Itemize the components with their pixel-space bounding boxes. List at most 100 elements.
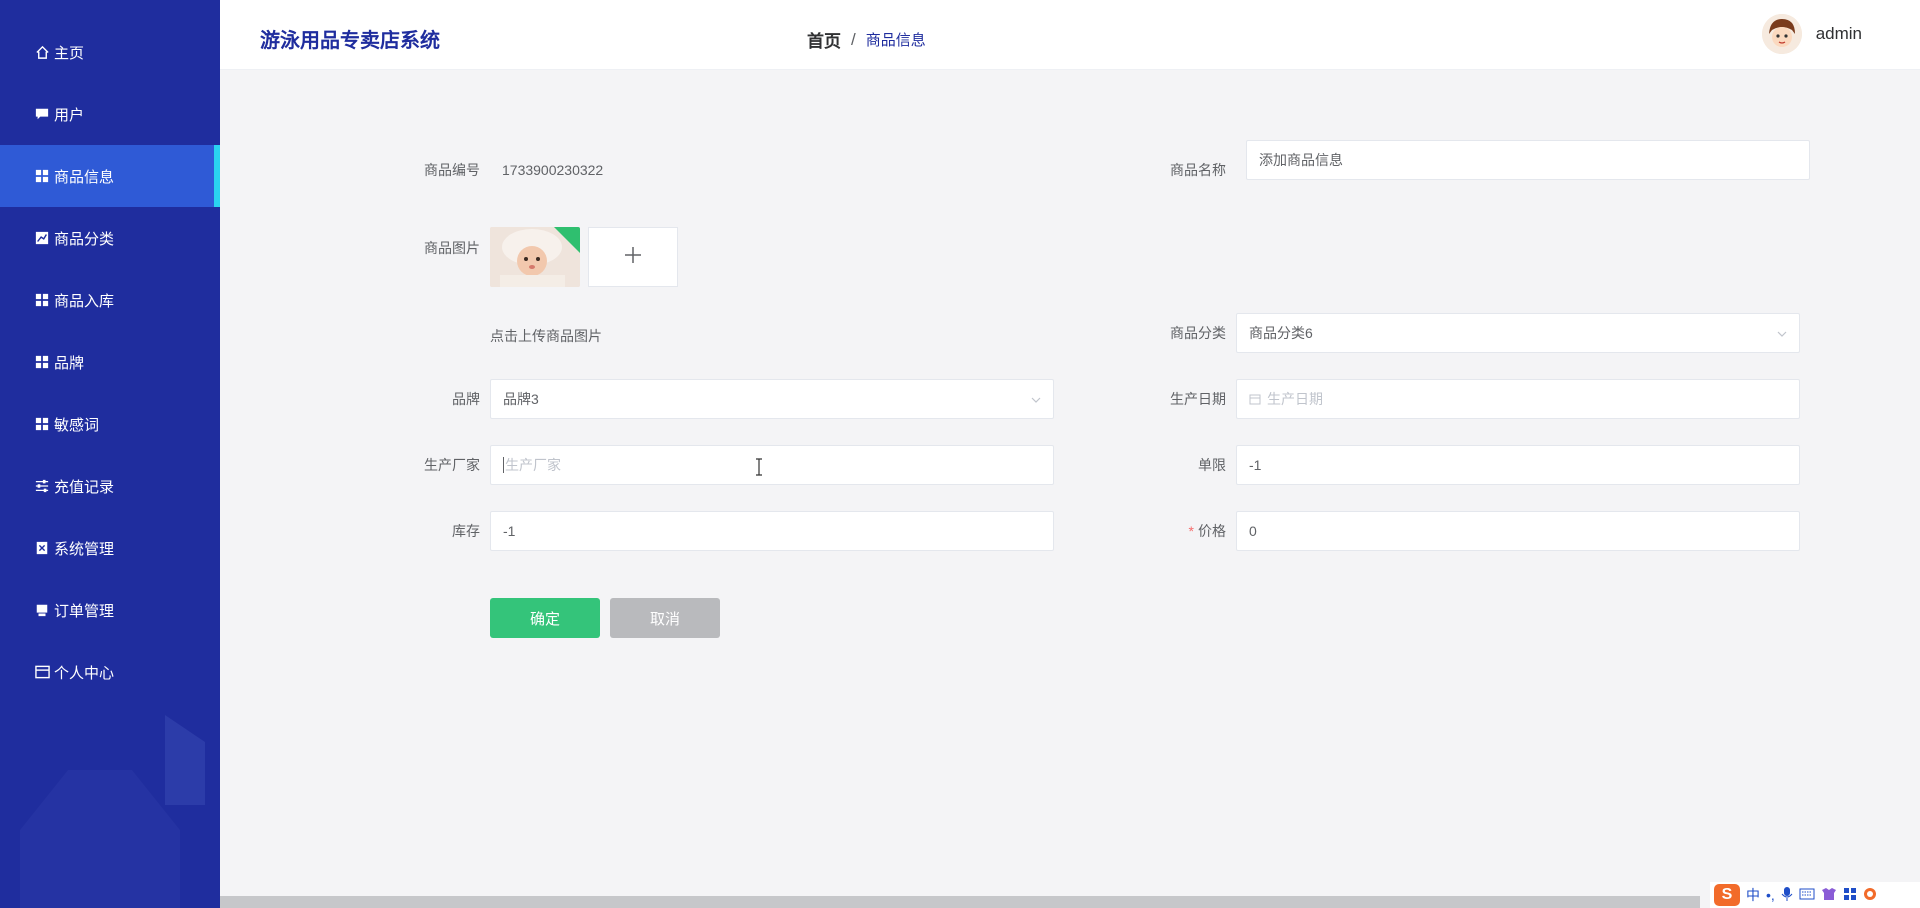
name-input-value: 添加商品信息 (1259, 152, 1343, 168)
form-row-brand: 品牌 品牌3 (400, 379, 1054, 419)
horizontal-scrollbar[interactable] (220, 896, 1700, 908)
sidebar-item-label: 敏感词 (54, 416, 100, 434)
ime-language[interactable]: 中 (1746, 885, 1760, 905)
microphone-icon[interactable] (1781, 886, 1793, 905)
sidebar-item-home[interactable]: 主页 (0, 21, 220, 83)
grid-icon (34, 354, 50, 370)
calendar-icon (1249, 393, 1261, 405)
sidebar-item-stock-in[interactable]: 商品入库 (0, 269, 220, 331)
app-title: 游泳用品专卖店系统 (260, 30, 440, 52)
breadcrumb: 首页 / 商品信息 (807, 27, 926, 52)
form-row-name: 商品名称 添加商品信息 (1146, 140, 1810, 180)
required-mark: * (1188, 523, 1194, 539)
brand-label: 品牌 (452, 391, 480, 407)
face-icon[interactable] (1863, 887, 1877, 904)
sidebar-item-system[interactable]: 系统管理 (0, 517, 220, 579)
cancel-button[interactable]: 取消 (610, 598, 720, 638)
sidebar-item-profile[interactable]: 个人中心 (0, 641, 220, 703)
code-value: 1733900230322 (502, 162, 604, 178)
sidebar-item-product-category[interactable]: 商品分类 (0, 207, 220, 269)
clipboard-icon (34, 540, 50, 556)
chart-icon (34, 230, 50, 246)
sidebar-decoration (20, 770, 180, 908)
form-row-category: 商品分类 商品分类6 (1146, 313, 1800, 353)
category-label: 商品分类 (1170, 325, 1226, 341)
form-row-stock: 库存 -1 (400, 511, 1054, 551)
home-icon (34, 44, 50, 60)
sidebar-decoration (165, 715, 205, 805)
apps-icon[interactable] (1843, 887, 1857, 904)
image-label: 商品图片 (424, 240, 480, 256)
grid-icon (34, 168, 50, 184)
form-row-image: 商品图片 (400, 238, 480, 258)
form-row-maker: 生产厂家 生产厂家 (400, 445, 1054, 485)
sidebar-menu: 主页 用户 商品信息 商品分类 商品入库 品牌 敏感词 充值记录 系统管理 订单… (0, 21, 220, 703)
sidebar-item-label: 品牌 (54, 354, 85, 372)
form-row-price: * 价格 0 (1146, 511, 1800, 551)
brand-select-value: 品牌3 (503, 391, 539, 407)
price-label: * 价格 (1146, 521, 1226, 541)
name-input[interactable]: 添加商品信息 (1246, 140, 1810, 180)
limit-input[interactable]: -1 (1236, 445, 1800, 485)
breadcrumb-current: 商品信息 (865, 32, 926, 49)
sidebar-item-recharge[interactable]: 充值记录 (0, 455, 220, 517)
maker-input[interactable]: 生产厂家 (490, 445, 1054, 485)
user-menu[interactable]: admin (1761, 14, 1862, 54)
keyboard-icon[interactable] (1799, 887, 1815, 903)
sidebar-item-label: 充值记录 (54, 478, 115, 496)
breadcrumb-home[interactable]: 首页 (807, 27, 841, 52)
sidebar-item-label: 系统管理 (54, 540, 115, 558)
product-thumbnail[interactable] (490, 227, 580, 287)
stock-label: 库存 (452, 523, 480, 539)
date-label: 生产日期 (1170, 391, 1226, 407)
sidebar-item-label: 用户 (54, 106, 85, 124)
header: 游泳用品专卖店系统 首页 / 商品信息 admin (220, 0, 1920, 70)
printer-icon (34, 602, 50, 618)
grid-icon (34, 416, 50, 432)
category-select[interactable]: 商品分类6 (1236, 313, 1800, 353)
sidebar-item-brand[interactable]: 品牌 (0, 331, 220, 393)
brand-select[interactable]: 品牌3 (490, 379, 1054, 419)
text-cursor-icon (755, 458, 763, 476)
date-placeholder: 生产日期 (1267, 391, 1323, 407)
avatar[interactable] (1761, 14, 1802, 54)
limit-input-value: -1 (1249, 457, 1262, 473)
sidebar-item-label: 商品信息 (54, 168, 115, 186)
ime-logo[interactable]: S (1714, 884, 1740, 906)
sidebar-item-product-info[interactable]: 商品信息 (0, 145, 220, 207)
price-input[interactable]: 0 (1236, 511, 1800, 551)
chevron-down-icon (1031, 392, 1041, 403)
grid-icon (34, 292, 50, 308)
sidebar-item-sensitive-words[interactable]: 敏感词 (0, 393, 220, 455)
sidebar-item-orders[interactable]: 订单管理 (0, 579, 220, 641)
form-row-limit: 单限 -1 (1146, 445, 1800, 485)
card-icon (34, 664, 50, 680)
plus-icon (623, 245, 643, 270)
price-input-value: 0 (1249, 523, 1257, 539)
maker-placeholder: 生产厂家 (505, 457, 561, 473)
sidebar-item-users[interactable]: 用户 (0, 83, 220, 145)
breadcrumb-separator: / (851, 29, 856, 49)
confirm-button[interactable]: 确定 (490, 598, 600, 638)
chevron-down-icon (1777, 326, 1787, 337)
shirt-icon[interactable] (1821, 887, 1837, 904)
stock-input[interactable]: -1 (490, 511, 1054, 551)
date-picker[interactable]: 生产日期 (1236, 379, 1800, 419)
code-label: 商品编号 (424, 162, 480, 178)
upload-button[interactable] (588, 227, 678, 287)
text-caret (503, 457, 504, 473)
user-name[interactable]: admin (1816, 24, 1862, 44)
sidebar-item-label: 个人中心 (54, 664, 115, 682)
sidebar-item-label: 订单管理 (54, 602, 115, 620)
form-row-date: 生产日期 生产日期 (1146, 379, 1800, 419)
ime-punctuation[interactable]: •, (1766, 887, 1775, 903)
category-select-value: 商品分类6 (1249, 325, 1313, 341)
sliders-icon (34, 478, 50, 494)
maker-label: 生产厂家 (424, 457, 480, 473)
sidebar-item-label: 主页 (54, 44, 85, 62)
upload-tip: 点击上传商品图片 (490, 328, 602, 344)
ime-toolbar: S 中 •, (1710, 882, 1920, 908)
limit-label: 单限 (1198, 457, 1226, 473)
name-label: 商品名称 (1170, 162, 1226, 178)
form-row-code: 商品编号 1733900230322 (400, 160, 603, 180)
